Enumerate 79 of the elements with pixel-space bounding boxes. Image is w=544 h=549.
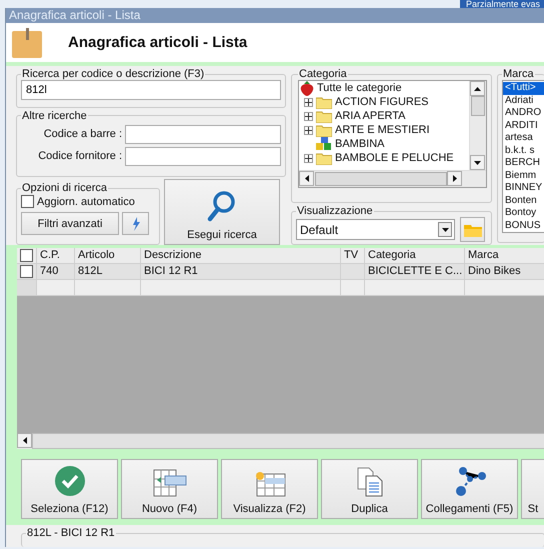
caret-icon [442,228,448,232]
down-arrow-icon [474,160,481,164]
scrollbar[interactable] [17,433,544,449]
right-arrow-icon [452,175,456,182]
folder-icon [316,124,332,136]
group-label: 812L - BICI 12 R1 [26,527,116,539]
group-label: Marca [502,68,535,80]
nodes-icon [454,465,486,497]
folder-button[interactable] [460,217,485,242]
checkbox[interactable] [20,265,33,278]
tree-item[interactable]: ARIA APERTA [335,110,406,122]
list-item[interactable]: ANDRO [503,107,544,120]
background-window-text: Parzialmente evas [460,0,544,8]
group-label: Altre ricerche [21,110,88,122]
checkbox[interactable] [20,249,33,262]
input-field[interactable] [125,146,281,166]
page-heading: Anagrafica articoli - Lista [68,34,248,51]
toolbar-button[interactable]: Nuovo (F4) [121,459,218,519]
list-item[interactable]: BONUS [503,220,544,232]
table-arrow-icon [152,469,186,497]
left-arrow-icon [22,437,26,444]
advanced-filters-button[interactable]: Filtri avanzati [21,212,119,235]
window-title: Anagrafica articoli - Lista [6,8,544,23]
group-label: Visualizzazione [296,205,374,217]
check-circle-icon [54,465,86,497]
checkbox-label: Aggiorn. automatico [37,196,135,208]
group-label: Categoria [298,68,348,80]
list-item[interactable]: BINNEY [503,182,544,194]
toolbar-button[interactable]: Collegamenti (F5) [421,459,518,519]
table-cell [75,280,141,296]
tree-item[interactable]: BAMBOLE E PELUCHE [335,152,454,164]
scrollbar[interactable] [469,81,486,170]
search-field[interactable]: 812l [21,80,281,100]
list-item[interactable]: b.k.t. s [503,144,544,157]
folder-icon [316,110,332,122]
tree-item[interactable]: Tutte le categorie [317,82,402,94]
toolbar-button[interactable]: Visualizza (F2) [221,459,318,519]
group-label: Ricerca per codice o descrizione (F3) [21,68,206,80]
list-item[interactable]: Biemm [503,170,544,182]
tree-item[interactable]: ACTION FIGURES [335,96,429,108]
lightning-button[interactable] [122,212,149,235]
field-label: Codice a barre : [44,128,122,140]
toolbar-button[interactable]: St [521,459,544,519]
tree-item[interactable]: ARTE E MESTIERI [335,124,430,136]
expand-toggle[interactable] [304,154,313,162]
search-icon [207,190,237,222]
list-item[interactable]: <Tutti> [503,82,544,94]
input-field[interactable] [125,124,281,144]
list-item[interactable]: artesa [503,132,544,144]
folder-icon [464,222,482,236]
group-label: Opzioni di ricerca [21,182,108,194]
list-item[interactable]: Adriati [503,94,544,107]
folder-icon [316,96,332,108]
toolbar-button[interactable]: Duplica [321,459,418,519]
list-item[interactable]: Bonten [503,194,544,207]
lightning-icon [132,216,140,230]
tree-item[interactable]: BAMBINA [335,138,385,150]
expand-toggle[interactable] [304,98,313,106]
left-arrow-icon [304,175,308,182]
list-item[interactable]: ARDITI [503,120,544,132]
up-arrow-icon [474,86,481,90]
blocks-icon [316,137,332,151]
box-icon [12,28,42,58]
documents-icon [356,467,384,497]
scroll-thumb[interactable] [471,96,485,116]
scrollbar[interactable] [299,170,486,187]
field-label: Codice fornitore : [38,150,122,162]
checkbox[interactable] [21,195,34,208]
list-item[interactable]: BERCH [503,157,544,170]
expand-toggle[interactable] [304,126,313,134]
view-dropdown[interactable]: Default [296,219,455,240]
table-cell [37,280,75,296]
run-search-button[interactable]: Esegui ricerca [164,179,280,245]
folder-icon [316,152,332,164]
toolbar-button[interactable]: Seleziona (F12) [21,459,118,519]
strawberry-icon [300,81,314,96]
table-cell [341,280,365,296]
list-item[interactable]: Bontoy [503,207,544,220]
expand-toggle[interactable] [304,112,313,120]
